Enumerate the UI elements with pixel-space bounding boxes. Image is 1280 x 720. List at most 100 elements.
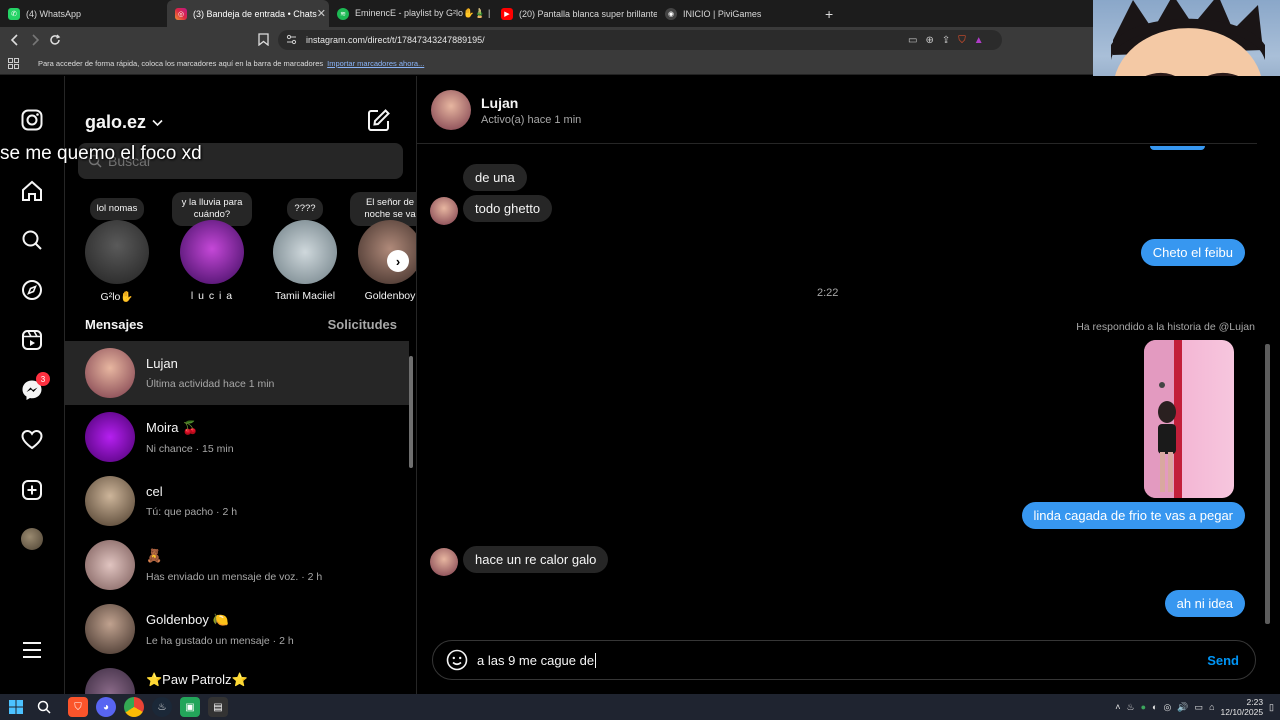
forward-button[interactable] (25, 30, 45, 50)
account-switcher[interactable]: galo.ez (85, 112, 163, 133)
avatar (85, 476, 135, 526)
conversation-preview: Has enviado un mensaje de voz. · 2 h (146, 570, 323, 583)
requests-link[interactable]: Solicitudes (328, 317, 397, 332)
new-tab-button[interactable]: + (825, 6, 833, 22)
inbox-scrollbar[interactable] (408, 344, 414, 689)
tray-chevron-up-icon[interactable]: ˄ (1115, 702, 1120, 712)
conversation-row[interactable]: Goldenboy 🍋 Le ha gustado un mensaje · 2… (65, 597, 409, 661)
message-bubble-incoming[interactable]: de una (463, 164, 527, 191)
tray-app-icon[interactable]: ● (1141, 702, 1146, 712)
message-bubble-outgoing[interactable]: ah ni idea (1164, 590, 1245, 617)
brave-shield-icon[interactable]: ⛉ (958, 35, 966, 46)
emoji-icon[interactable] (446, 649, 468, 671)
instagram-logo-icon[interactable] (20, 108, 44, 132)
tray-app-icon[interactable]: ◎ (1163, 702, 1171, 713)
inbox-panel: galo.ez Buscar lol nomas G²lo✋ y la lluv… (65, 76, 417, 694)
import-bookmarks-link[interactable]: Importar marcadores ahora... (327, 59, 424, 68)
notifications-icon[interactable]: ▯ (1269, 702, 1274, 713)
back-button[interactable] (5, 30, 25, 50)
chat-contact-name: Lujan (481, 95, 519, 111)
site-settings-icon[interactable] (286, 34, 297, 47)
taskbar-clock[interactable]: 2:23 12/10/2025 (1221, 697, 1264, 717)
reload-icon (50, 34, 61, 45)
brave-browser-icon[interactable]: ⛉ (68, 697, 88, 717)
home-icon[interactable] (20, 179, 44, 203)
url-field[interactable]: instagram.com/direct/t/17847343247889195… (278, 30, 1002, 50)
youtube-icon: ▶ (501, 7, 513, 20)
profile-avatar[interactable] (20, 527, 44, 551)
avatar (85, 220, 149, 284)
menu-icon[interactable] (20, 638, 44, 662)
message-composer[interactable]: a las 9 me cague de Send (432, 640, 1256, 680)
messages-section-header: Mensajes Solicitudes (85, 317, 397, 332)
create-icon[interactable] (20, 478, 44, 502)
reload-button[interactable] (45, 30, 65, 50)
terminal-icon[interactable]: ▤ (208, 697, 228, 717)
conversation-row[interactable]: 🧸 Has enviado un mensaje de voz. · 2 h (65, 533, 409, 597)
tab-spotify[interactable]: ≋ EminencE - playlist by G²lo✋🎍 | S (329, 0, 493, 27)
reels-icon[interactable] (20, 328, 44, 352)
cast-icon[interactable]: ▭ (908, 35, 917, 46)
tray-app-icon[interactable]: ◐ (1152, 702, 1157, 712)
game-launcher-icon[interactable]: ▣ (180, 697, 200, 717)
message-bubble-outgoing[interactable]: linda cagada de frio te vas a pegar (1021, 502, 1245, 529)
message-bubble-incoming[interactable]: hace un re calor galo (463, 546, 609, 573)
note-item[interactable]: El señor de noche se va Goldenboy (350, 192, 416, 302)
conversation-name: Moira 🍒 (146, 419, 199, 435)
close-icon[interactable]: ✕ (317, 7, 326, 20)
bookmark-icon[interactable] (258, 33, 269, 51)
conversation-row[interactable]: Moira 🍒 Ni chance · 15 min (65, 405, 409, 469)
message-bubble-outgoing[interactable]: Cheto el feibu (1140, 239, 1245, 266)
search-icon[interactable] (20, 228, 44, 252)
back-arrow-icon (10, 34, 18, 46)
tab-whatsapp[interactable]: ✆ (4) WhatsApp (0, 0, 167, 27)
tab-label: EminencE - playlist by G²lo✋🎍 | S (355, 8, 493, 18)
message-bubble-incoming[interactable]: todo ghetto (463, 195, 553, 222)
steam-icon[interactable]: ♨ (152, 697, 172, 717)
chat-panel: Lujan Activo(a) hace 1 min de una todo g… (417, 76, 1280, 694)
bookmarks-bar: Para acceder de forma rápida, coloca los… (0, 53, 1093, 75)
chrome-icon[interactable] (124, 697, 144, 717)
send-button[interactable]: Send (1207, 653, 1239, 668)
forward-arrow-icon (32, 34, 40, 46)
note-item[interactable]: ???? Tamii Maciiel (265, 192, 345, 302)
scrollbar-thumb[interactable] (1265, 344, 1270, 624)
windows-start-icon[interactable] (6, 697, 26, 717)
message-input[interactable]: a las 9 me cague de (477, 653, 594, 668)
rewards-icon[interactable]: ▲ (974, 35, 984, 46)
note-bubble: ???? (287, 198, 323, 220)
zoom-icon[interactable]: ⊕ (925, 35, 933, 46)
note-item[interactable]: y la lluvia para cuándo? l u c i a (172, 192, 252, 302)
note-name: Goldenboy (364, 290, 416, 302)
next-notes-button[interactable]: › (387, 250, 409, 272)
explore-icon[interactable] (20, 278, 44, 302)
conversation-name: cel (146, 484, 163, 499)
tab-instagram[interactable]: ◎ (3) Bandeja de entrada • Chats ✕ (167, 0, 329, 27)
clock-time: 2:23 (1246, 697, 1264, 707)
conversation-row[interactable]: cel Tú: que pacho · 2 h (65, 469, 409, 533)
conversation-row[interactable]: ⭐Paw Patrolz⭐ (65, 661, 409, 694)
taskbar-search-icon[interactable] (34, 697, 54, 717)
monitor-icon[interactable]: ▭ (1195, 702, 1204, 713)
apps-grid-icon[interactable] (8, 58, 19, 71)
avatar (85, 540, 135, 590)
messenger-icon[interactable]: 3 (20, 372, 50, 402)
story-reply-image[interactable] (1144, 340, 1234, 498)
story-reply-label: Ha respondido a la historia de @Lujan (1076, 321, 1255, 333)
speaker-icon[interactable]: 🔊 (1177, 702, 1188, 713)
scrollbar-thumb[interactable] (409, 356, 413, 468)
steam-tray-icon[interactable]: ♨ (1127, 702, 1135, 713)
conversation-row[interactable]: Lujan Última actividad hace 1 min (65, 341, 409, 405)
tab-pivigames[interactable]: ◉ INICIO | PiviGames (657, 0, 817, 27)
conversation-name: Goldenboy 🍋 (146, 611, 229, 627)
chat-header[interactable]: Lujan Activo(a) hace 1 min (417, 76, 1257, 144)
network-icon[interactable]: ⌂ (1209, 702, 1214, 712)
chat-scrollbar[interactable] (1260, 144, 1276, 694)
heart-icon[interactable] (20, 428, 44, 452)
note-item[interactable]: lol nomas G²lo✋ (77, 192, 157, 303)
discord-icon[interactable]: ◕ (96, 697, 116, 717)
share-icon[interactable]: ⇪ (942, 35, 950, 46)
screen: ✆ (4) WhatsApp ◎ (3) Bandeja de entrada … (0, 0, 1280, 720)
new-message-button[interactable] (367, 108, 391, 132)
tab-youtube[interactable]: ▶ (20) Pantalla blanca super brillante - (493, 0, 657, 27)
